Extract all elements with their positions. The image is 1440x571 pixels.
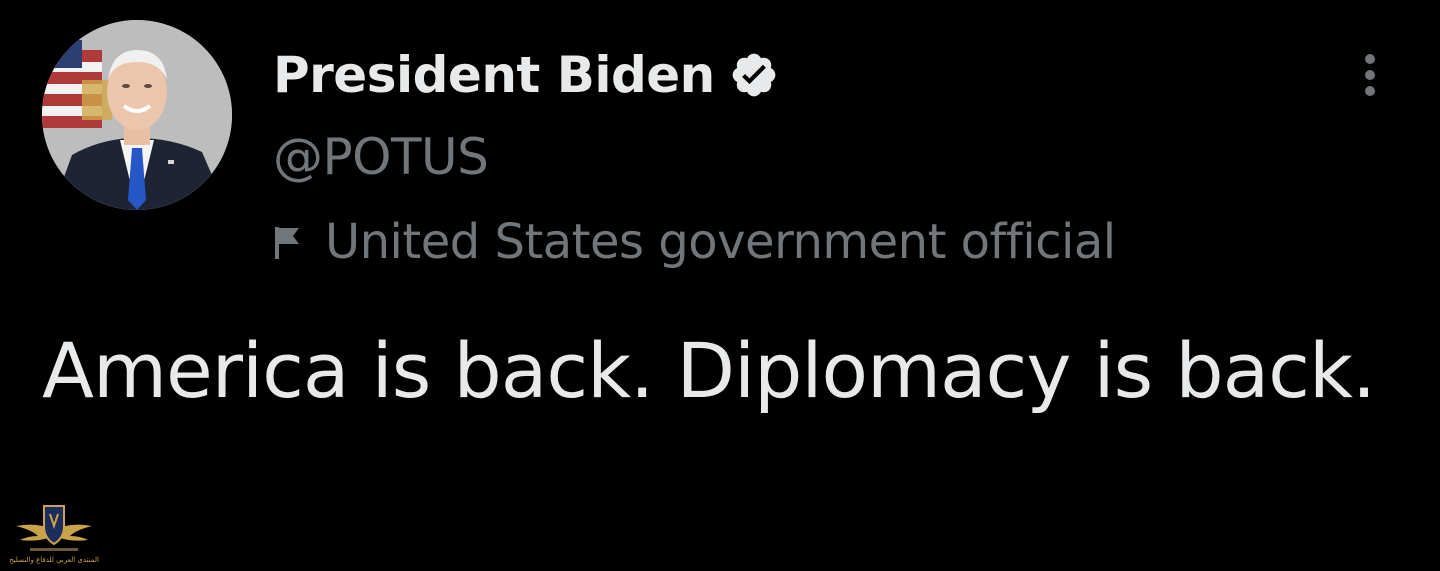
display-name[interactable]: President Biden xyxy=(273,46,715,104)
tweet-card: President Biden @POTUS United States gov… xyxy=(0,0,1440,571)
avatar[interactable] xyxy=(42,20,232,210)
watermark-caption: المنتدى العربي للدفاع والتسليح xyxy=(9,556,99,564)
flag-icon xyxy=(273,225,303,259)
affiliation-label: United States government official xyxy=(273,210,1116,274)
handle[interactable]: @POTUS xyxy=(273,128,489,186)
flag-background xyxy=(42,40,112,128)
tweet-text: America is back. Diplomacy is back. xyxy=(42,326,1376,415)
display-name-row: President Biden xyxy=(273,40,779,110)
verified-badge-icon xyxy=(729,50,779,100)
more-options-icon xyxy=(1365,54,1375,96)
more-options-button[interactable] xyxy=(1346,48,1394,102)
president-portrait-avatar xyxy=(42,20,232,210)
affiliation-label-text: United States government official xyxy=(325,214,1116,270)
